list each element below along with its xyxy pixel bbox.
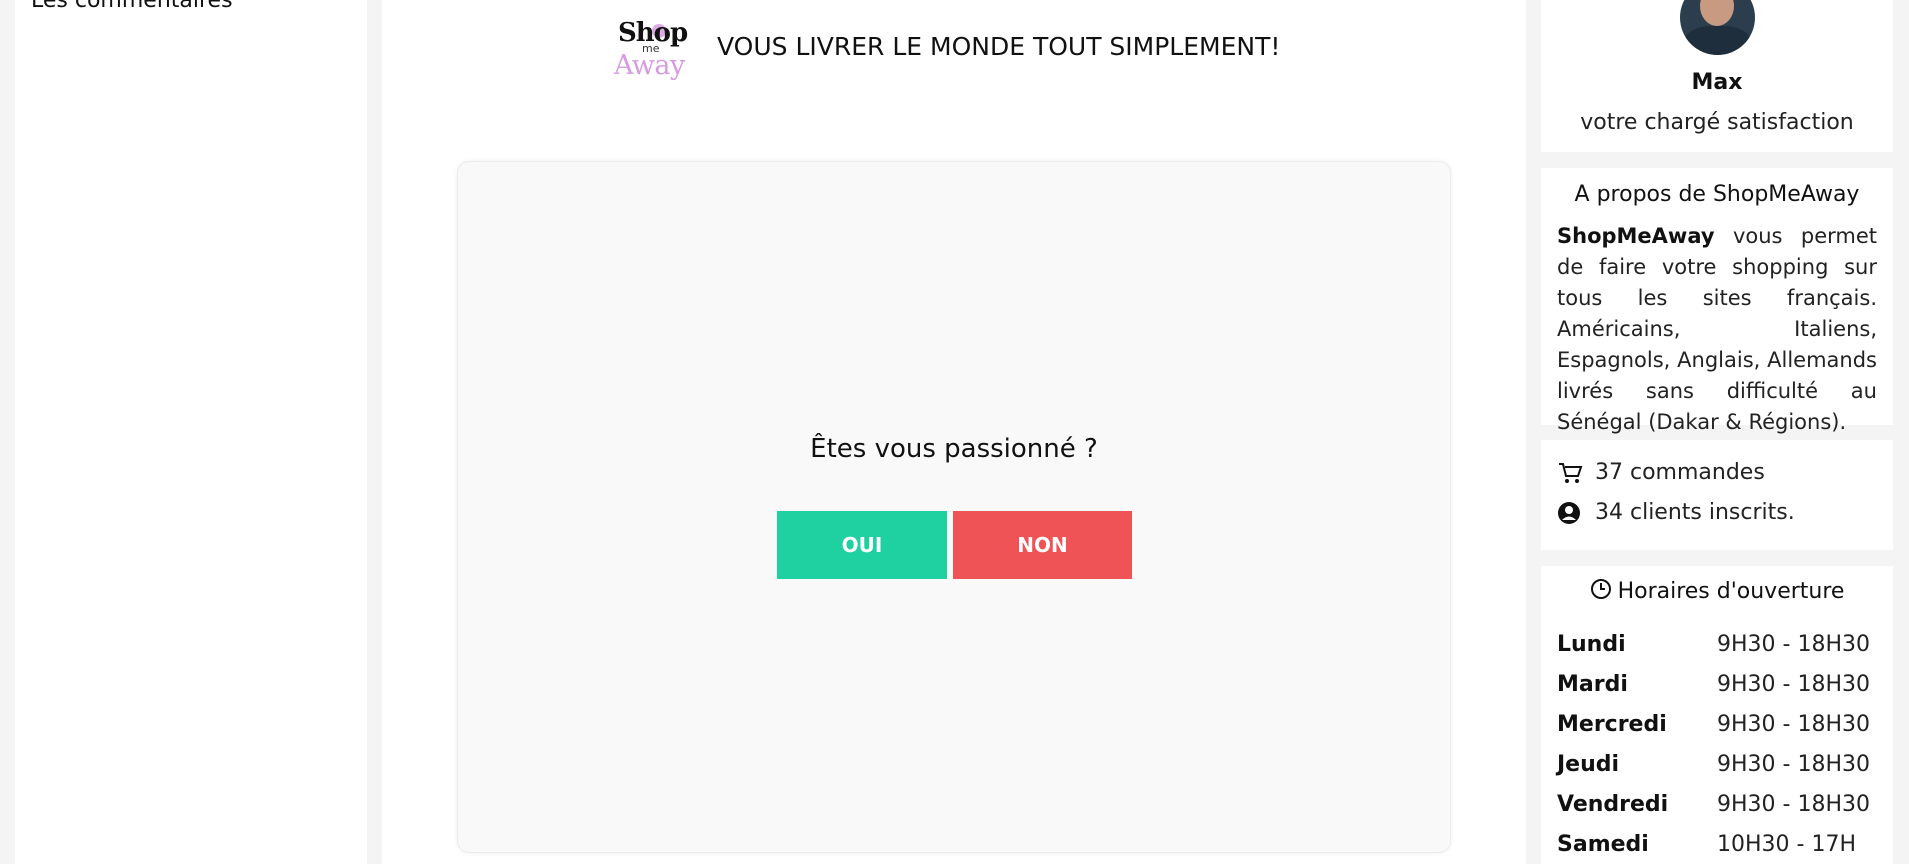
about-body: vous permet de faire votre shopping sur …	[1557, 224, 1877, 434]
hours-day: Jeudi	[1557, 751, 1620, 777]
hours-time: 9H30 - 18H30	[1717, 671, 1870, 697]
hours-day: Samedi	[1557, 831, 1649, 857]
orders-count: 37 commandes	[1595, 460, 1765, 485]
orders-stat: 37 commandes	[1557, 460, 1765, 485]
hours-day: Mardi	[1557, 671, 1628, 697]
hours-row: Mardi 9H30 - 18H30	[1557, 664, 1877, 704]
hours-time: 9H30 - 18H30	[1717, 711, 1870, 737]
hours-day: Lundi	[1557, 631, 1626, 657]
hours-row: Jeudi 9H30 - 18H30	[1557, 744, 1877, 784]
quiz-card: Êtes vous passionné ? OUI NON	[457, 161, 1451, 853]
about-panel: A propos de ShopMeAway ShopMeAway vous p…	[1541, 168, 1893, 434]
clock-icon	[1590, 578, 1612, 606]
yes-button[interactable]: OUI	[777, 511, 947, 579]
hours-table: Lundi 9H30 - 18H30 Mardi 9H30 - 18H30 Merc…	[1557, 624, 1877, 864]
quiz-question: Êtes vous passionné ?	[810, 434, 1098, 464]
hours-time: 9H30 - 18H30	[1717, 631, 1870, 657]
hours-time: 10H30 - 17H	[1717, 831, 1856, 857]
shopmeaway-logo[interactable]: Shop me Away	[614, 18, 690, 81]
page-tagline: VOUS LIVRER LE MONDE TOUT SIMPLEMENT!	[717, 32, 1281, 61]
stats-panel: 37 commandes 34 clients inscrits.	[1541, 440, 1893, 550]
hours-time: 9H30 - 18H30	[1717, 751, 1870, 777]
hours-title-text: Horaires d'ouverture	[1617, 579, 1845, 604]
about-brand: ShopMeAway	[1557, 224, 1715, 248]
user-circle-icon	[1557, 501, 1583, 525]
hours-row: Lundi 9H30 - 18H30	[1557, 624, 1877, 664]
agent-role: votre chargé satisfaction	[1580, 110, 1854, 135]
hours-row: Samedi 10H30 - 17H	[1557, 824, 1877, 864]
hours-title: Horaires d'ouverture	[1557, 578, 1877, 606]
logo-away-text: Away	[614, 50, 685, 81]
avatar	[1680, 0, 1755, 55]
left-sidebar: Les commentaires	[15, 0, 367, 864]
agent-panel: Max votre chargé satisfaction	[1541, 0, 1893, 152]
cart-icon	[1557, 461, 1583, 485]
no-button[interactable]: NON	[953, 511, 1132, 579]
about-title: A propos de ShopMeAway	[1574, 182, 1860, 207]
hours-day: Mercredi	[1557, 711, 1667, 737]
clients-count: 34 clients inscrits.	[1595, 500, 1795, 525]
about-text: ShopMeAway vous permet de faire votre sh…	[1557, 221, 1877, 438]
hours-row: Vendredi 9H30 - 18H30	[1557, 784, 1877, 824]
clients-stat: 34 clients inscrits.	[1557, 500, 1795, 525]
hours-time: 9H30 - 18H30	[1717, 791, 1870, 817]
main-content: Shop me Away VOUS LIVRER LE MONDE TOUT S…	[382, 0, 1526, 864]
agent-name: Max	[1691, 70, 1743, 95]
sidebar-comments-link[interactable]: Les commentaires	[31, 0, 233, 13]
hours-row: Mercredi 9H30 - 18H30	[1557, 704, 1877, 744]
hours-panel: Horaires d'ouverture Lundi 9H30 - 18H30 M…	[1541, 566, 1893, 864]
hours-day: Vendredi	[1557, 791, 1669, 817]
